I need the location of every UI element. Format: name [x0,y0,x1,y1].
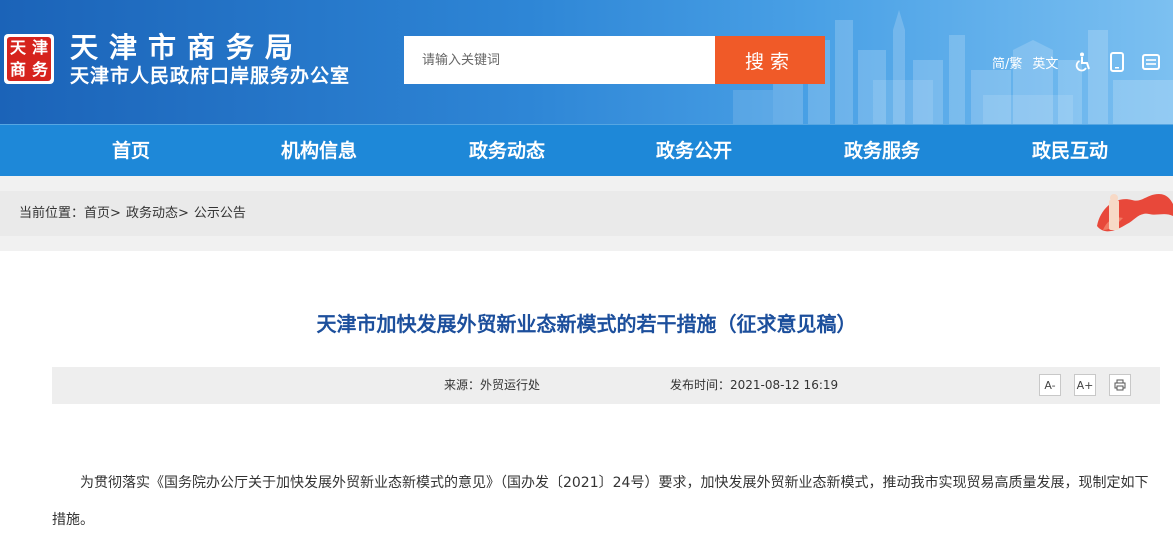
nav-government-disclosure[interactable]: 政务公开 [619,125,769,177]
article-content: 天津市加快发展外贸新业态新模式的若干措施（征求意见稿） 来源：外贸运行处 发布时… [0,251,1173,554]
site-header: 天津商务 天津市商务局 天津市人民政府口岸服务办公室 搜索 简/繁 英文 [0,0,1173,124]
logo-emblem: 天津商务 [7,37,51,81]
search-box [404,36,715,84]
site-logo[interactable]: 天津商务 [4,34,54,84]
article-title: 天津市加快发展外贸新业态新模式的若干措施（征求意见稿） [316,312,857,336]
article-paragraph: 为贯彻落实《国务院办公厅关于加快发展外贸新业态新模式的意见》（国办发〔2021〕… [80,475,1149,491]
nav-government-news[interactable]: 政务动态 [432,125,582,177]
site-title: 天津市商务局 [70,31,305,64]
logo-character: 津 [31,38,48,57]
logo-character: 天 [9,38,26,57]
breadcrumb: 当前位置： 首页 > 政务动态 > 公示公告 [19,191,246,236]
print-icon[interactable] [1109,374,1131,396]
decorative-ribbon-icon [1097,194,1173,232]
article-meta-bar: 来源：外贸运行处 发布时间：2021-08-12 16:19 A- A+ [52,367,1160,404]
article-source: 来源：外贸运行处 [444,378,541,392]
breadcrumb-prefix: 当前位置： [19,206,85,221]
breadcrumb-home[interactable]: 首页 [84,191,110,236]
font-decrease-button[interactable]: A- [1039,374,1061,396]
menu-icon[interactable] [1140,51,1162,73]
logo-character: 商 [9,60,26,79]
site-subtitle: 天津市人民政府口岸服务办公室 [70,65,351,87]
wheelchair-icon[interactable] [1072,51,1094,73]
breadcrumb-separator: > [110,206,121,221]
nav-public-interaction[interactable]: 政民互动 [995,125,1145,177]
nav-home[interactable]: 首页 [56,125,206,177]
main-nav: 首页 机构信息 政务动态 政务公开 政务服务 政民互动 [0,124,1173,176]
mobile-icon[interactable] [1106,51,1128,73]
breadcrumb-announcements[interactable]: 公示公告 [194,191,246,236]
english-link[interactable]: 英文 [1032,53,1058,72]
nav-organization-info[interactable]: 机构信息 [244,125,394,177]
font-increase-button[interactable]: A+ [1074,374,1096,396]
breadcrumb-separator: > [177,206,189,221]
header-tools: 简/繁 英文 [992,50,1170,74]
simplified-traditional-toggle[interactable]: 简/繁 [992,53,1022,72]
breadcrumb-government-news[interactable]: 政务动态 [126,191,178,236]
breadcrumb-bar: 当前位置： 首页 > 政务动态 > 公示公告 [0,191,1173,236]
article-paragraph-end: 措施。 [52,512,94,528]
article-publish-time: 发布时间：2021-08-12 16:19 [670,378,839,392]
search-input[interactable] [404,36,715,84]
nav-government-services[interactable]: 政务服务 [807,125,957,177]
search-button[interactable]: 搜索 [715,36,825,84]
logo-character: 务 [31,60,48,79]
